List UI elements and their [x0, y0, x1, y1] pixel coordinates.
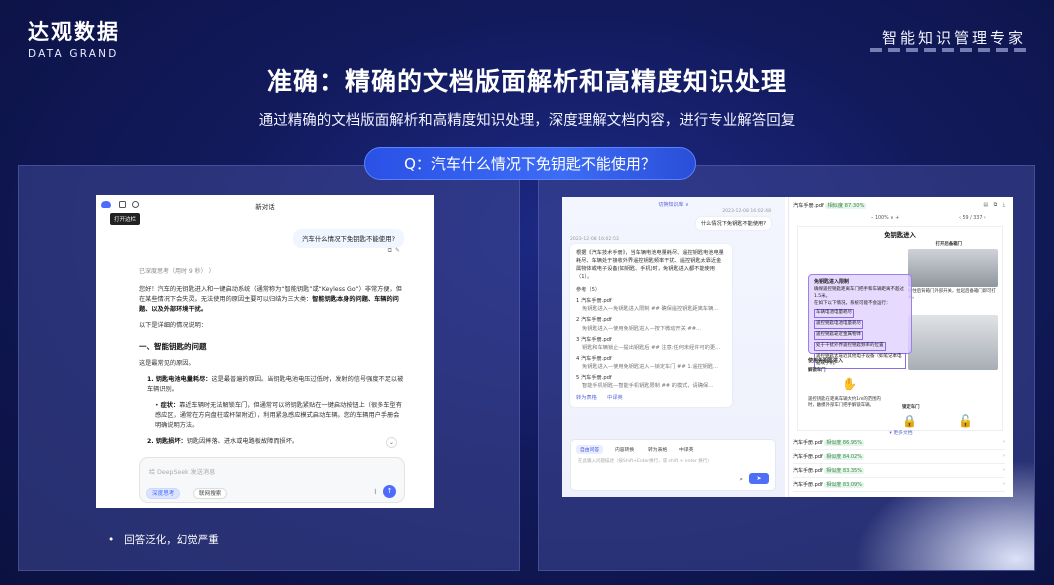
- left-bullet-note: • 回答泛化，幻觉严重: [108, 534, 219, 546]
- scroll-down-icon[interactable]: ⌄: [386, 437, 397, 448]
- tagline-underline: [870, 48, 1026, 52]
- unlock-icon: 🔓: [958, 414, 973, 428]
- chat-title: 新对话: [255, 203, 275, 211]
- tagline: 智能知识管理专家: [881, 29, 1026, 47]
- tab-to-table[interactable]: 转为表格: [644, 445, 671, 454]
- input-area[interactable]: 自由问答 内容转换 转为表格 中译英 在此输入问题描述（按Shift+Enter…: [570, 439, 776, 491]
- chevron-right-icon: ›: [1003, 439, 1005, 445]
- unlock-label: 解锁车门: [808, 368, 826, 373]
- more-docs-toggle[interactable]: ▾ 更多文档: [789, 429, 1013, 436]
- answer-common: 这是最常见的原因。: [139, 360, 195, 368]
- answer-item-2: 2. 钥匙损坏：钥匙因摔落、进水或电路板故障而损坏。: [147, 438, 299, 446]
- answer-text: 根据《汽车技术手册》，当车辆电池电量耗尽、遥控钥匙电池电量耗尽、车辆处于接收外界…: [576, 250, 724, 281]
- answer-timestamp: 2023-12-08 16:02:53: [570, 237, 619, 242]
- reference-item[interactable]: 3 汽车手册.pdf 钥匙和车辆锁止—提出钥匙后 ## 注意:任何未经许可的更..…: [576, 336, 726, 352]
- zoom-select[interactable]: – 100% ∨ +: [871, 216, 899, 221]
- open-trunk-label: 打开后备箱门: [935, 242, 962, 247]
- reference-item[interactable]: 2 汽车手册.pdf 免钥匙进入—使用免钥匙进入—按下微动开关 ##...: [576, 316, 726, 332]
- page-indicator[interactable]: ‹ 59 / 337 ›: [959, 216, 986, 221]
- edit-icon[interactable]: ✎: [395, 247, 403, 254]
- doc-list-item[interactable]: 汽车手册.pdf 相似度 84.02% ›: [793, 453, 1005, 464]
- assistant-answer: 已深度思考（用时 9 秒） 〉 您好！汽车的无钥匙进入和一键启动系统（通常称为“…: [139, 267, 405, 453]
- sidebar-tooltip: 打开边栏: [110, 213, 141, 225]
- user-timestamp: 2023-12-08 16:02:48: [722, 209, 771, 214]
- chevron-right-icon: ›: [1003, 481, 1005, 487]
- knowledge-base-switch[interactable]: 切换知识库 ∨: [562, 201, 785, 208]
- doc-list-item[interactable]: 汽车手册.pdf 相似度 83.35% ›: [793, 467, 1005, 478]
- brand-name-en: DATA GRAND: [28, 48, 119, 60]
- brand-name-cn: 达观数据: [28, 20, 120, 44]
- user-message: 汽车什么情况下免钥匙不能使用?: [293, 229, 404, 248]
- thinking-indicator[interactable]: 已深度思考（用时 9 秒） 〉: [139, 267, 405, 277]
- web-search-button[interactable]: 联网搜索: [193, 488, 228, 499]
- chat-topbar: 新对话: [96, 195, 434, 215]
- send-button[interactable]: ↑: [383, 485, 396, 498]
- chevron-right-icon: ›: [1003, 467, 1005, 473]
- slide-title: 准确：精确的文档版面解析和高精度知识处理: [266, 67, 787, 96]
- question-pill: Q：汽车什么情况下免钥匙不能使用？: [364, 147, 696, 180]
- input-placeholder: 在此输入问题描述（按Shift+Enter换行，或 shift + enter …: [578, 459, 712, 464]
- datagrand-screenshot: 切换知识库 ∨ 2023-12-08 16:02:48 什么情况下免钥匙不能使用…: [562, 197, 1013, 497]
- deepseek-screenshot: 新对话 打开边栏 汽车什么情况下免钥匙不能使用? ⧉✎ 已深度思考（用时 9 秒…: [96, 195, 434, 508]
- doc-list-item[interactable]: 汽车手册.pdf 相似度 86.95% ›: [793, 439, 1005, 450]
- assistant-answer: 根据《汽车技术手册》，当车辆电池电量耗尽、遥控钥匙电池电量耗尽、车辆处于接收外界…: [570, 244, 732, 407]
- car-trunk-photo: [908, 249, 998, 287]
- pdf-page: 免钥匙进入 打开后备箱门 按住后背箱门外部开关，拉起后备箱门即可打开。 免钥匙进…: [797, 226, 1003, 431]
- message-tools: ⧉✎: [388, 247, 403, 255]
- hand-handle-icon: ✋: [842, 377, 857, 391]
- unlock-text: 遥控钥匙在距离车辆大约1m的范围内时，触摸外部车门把手解锁车辆。: [808, 397, 881, 409]
- send-button[interactable]: ➤: [749, 473, 769, 484]
- answer-item-1: 1. 钥匙电池电量耗尽：这是最普遍的原因。当钥匙电池电压过低时，发射的信号强度不…: [147, 376, 404, 394]
- deep-think-button[interactable]: 深度思考: [146, 488, 181, 499]
- tab-convert[interactable]: 内容转换: [611, 445, 638, 454]
- attach-icon[interactable]: ⌇: [374, 488, 377, 496]
- lock-label: 锁定车门: [902, 405, 920, 410]
- lock-icon: 🔒: [902, 414, 917, 428]
- section-heading: 一、智能钥匙的问题: [139, 341, 207, 351]
- answer-sub-item: • 症状：靠近车辆时无法解锁车门，但通常可以将钥匙紧贴在一键启动按钮上（很多车型…: [155, 402, 402, 430]
- car-handle-photo: [908, 315, 998, 370]
- answer-actions[interactable]: 转为表格 中译英: [576, 394, 726, 402]
- reference-item[interactable]: 1 汽车手册.pdf 免钥匙进入—免钥匙进入限制 ## 确保遥控钥匙距离车辆...: [576, 297, 726, 313]
- copy-icon[interactable]: ⧉: [388, 247, 395, 254]
- page-title: 免钥匙进入: [884, 232, 916, 239]
- tab-free-qa[interactable]: 自由问答: [576, 445, 604, 454]
- tab-translate[interactable]: 中译英: [675, 445, 697, 454]
- highlighted-passage: 免钥匙进入限制 确保遥控钥匙距离车门把手和车辆距离不超过1.5米。 在如下以下情…: [808, 274, 912, 369]
- answer-intro: 您好！汽车的无钥匙进入和一键启动系统（通常称为“智能钥匙”或“Keyless G…: [139, 285, 402, 313]
- document-viewer: 汽车手册.pdf 相似度 87.30% ▤ ⧉ ⤓ – 100% ∨ + ‹ 5…: [788, 197, 1013, 497]
- photo-caption: 按住后背箱门外部开关，拉起后备箱门即可打开。: [908, 289, 996, 301]
- doc-header: 汽车手册.pdf 相似度 87.30%: [793, 203, 867, 209]
- slide-subtitle: 通过精确的文档版面解析和高精度知识处理，深度理解文档内容，进行专业解答回复: [258, 113, 796, 129]
- answer-lead: 以下是详细的情况说明：: [139, 321, 208, 329]
- reference-item[interactable]: 4 汽车手册.pdf 免钥匙进入—使用免钥匙进入—锁定车门 ## 1.遥控钥匙..…: [576, 355, 726, 371]
- chevron-right-icon: ›: [1003, 453, 1005, 459]
- brand-logo: 达观数据 DATA GRAND: [28, 16, 120, 60]
- qa-chat-pane: 切换知识库 ∨ 2023-12-08 16:02:48 什么情况下免钥匙不能使用…: [562, 197, 785, 497]
- doc-list-item[interactable]: 汽车手册.pdf 相似度 83.09% ›: [793, 481, 1005, 492]
- search-icon[interactable]: ⌕: [739, 475, 743, 484]
- user-message: 什么情况下免钥匙不能使用?: [695, 217, 771, 230]
- doc-toolbar[interactable]: ▤ ⧉ ⤓: [983, 202, 1007, 208]
- reference-item[interactable]: 5 汽车手册.pdf 智能手机钥匙—智能手机钥匙限制 ## 的模式，请确保...: [576, 374, 726, 390]
- input-placeholder: 给 DeepSeek 发送消息: [149, 469, 216, 476]
- reference-header: 参考（5）: [576, 287, 601, 294]
- message-input[interactable]: 给 DeepSeek 发送消息 深度思考 联网搜索 ⌇ ↑: [139, 457, 405, 503]
- use-keyless-heading: 使用免钥匙进入: [808, 358, 844, 364]
